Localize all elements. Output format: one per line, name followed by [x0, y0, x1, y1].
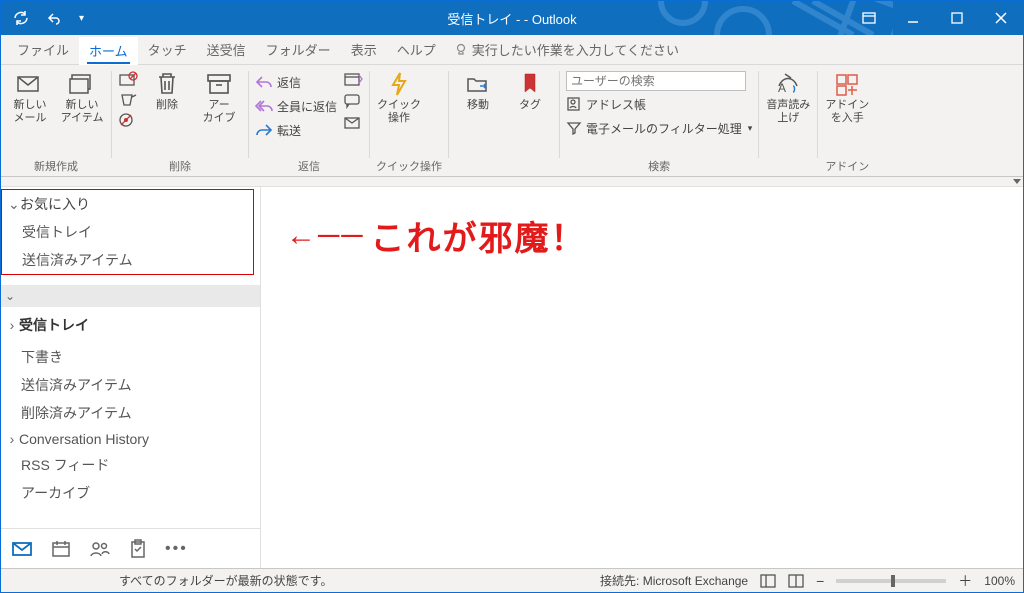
people-icon[interactable]: [89, 540, 111, 558]
folder-archive[interactable]: アーカイブ: [1, 479, 260, 507]
tab-sendreceive[interactable]: 送受信: [197, 35, 256, 64]
group-find-label: 検索: [566, 158, 752, 176]
filter-email-button[interactable]: 電子メールのフィルター処理▾: [566, 117, 752, 139]
tab-view[interactable]: 表示: [341, 35, 387, 64]
reply-button[interactable]: 返信: [255, 71, 337, 93]
group-delete-label: 削除: [118, 158, 242, 176]
read-aloud-button[interactable]: A 音声読み 上げ: [765, 69, 811, 125]
account-header[interactable]: ⌄: [1, 285, 260, 307]
folder-conversation-history[interactable]: ›Conversation History: [1, 427, 260, 451]
zoom-in-button[interactable]: ＋: [958, 571, 972, 591]
new-mail-button[interactable]: 新しい メール: [7, 69, 53, 125]
window-title: 受信トレイ - - Outlook: [447, 9, 576, 28]
calendar-icon[interactable]: [51, 540, 71, 558]
nav-more-icon[interactable]: •••: [165, 540, 188, 558]
view-reading-icon[interactable]: [788, 574, 804, 588]
folder-rss[interactable]: RSS フィード: [1, 451, 260, 479]
tab-file[interactable]: ファイル: [7, 35, 79, 64]
group-respond-label: 返信: [255, 158, 363, 176]
status-connection-text: 接続先: Microsoft Exchange: [600, 572, 748, 589]
chevron-down-icon: ⌄: [8, 196, 18, 213]
get-addins-button[interactable]: アドイン を入手: [824, 69, 870, 125]
qat-customize-icon[interactable]: ▾: [75, 1, 88, 35]
junk-icon[interactable]: [118, 111, 138, 129]
group-new-label: 新規作成: [7, 158, 105, 176]
minimize-button[interactable]: [891, 1, 935, 35]
ribbon-tabs: ファイル ホーム タッチ 送受信 フォルダー 表示 ヘルプ 実行したい作業を入力…: [1, 35, 1023, 65]
folder-drafts[interactable]: 下書き: [1, 343, 260, 371]
tab-help[interactable]: ヘルプ: [387, 35, 446, 64]
favorite-inbox[interactable]: 受信トレイ: [2, 218, 253, 246]
move-button[interactable]: 移動: [455, 69, 501, 112]
address-book-button[interactable]: アドレス帳: [566, 93, 752, 115]
tab-home[interactable]: ホーム: [79, 35, 138, 64]
view-normal-icon[interactable]: [760, 574, 776, 588]
forward-button[interactable]: 転送: [255, 119, 337, 141]
tab-touch[interactable]: タッチ: [138, 35, 197, 64]
folder-pane: ⌄お気に入り 受信トレイ 送信済みアイテム ⌄ ›受信トレイ 下書き 送信済みア…: [1, 187, 261, 568]
folder-inbox[interactable]: ›受信トレイ: [1, 307, 260, 343]
archive-button[interactable]: アー カイブ: [196, 69, 242, 125]
close-button[interactable]: [979, 1, 1023, 35]
sync-icon[interactable]: [9, 1, 33, 35]
people-search-input[interactable]: [566, 71, 746, 91]
quick-steps-button[interactable]: クイック 操作: [376, 69, 422, 125]
new-item-button[interactable]: 新しい アイテム: [59, 69, 105, 125]
tab-folder[interactable]: フォルダー: [256, 35, 341, 64]
folder-deleted[interactable]: 削除済みアイテム: [1, 399, 260, 427]
mail-icon[interactable]: [11, 540, 33, 558]
tag-button[interactable]: タグ: [507, 69, 553, 112]
more-respond-icon[interactable]: [343, 115, 363, 131]
undo-icon[interactable]: [43, 1, 65, 35]
cleanup-icon[interactable]: [118, 91, 138, 109]
favorites-section: ⌄お気に入り 受信トレイ 送信済みアイテム: [1, 189, 254, 275]
lightbulb-icon: [454, 43, 468, 57]
status-sync-text: すべてのフォルダーが最新の状態です。: [119, 572, 332, 589]
ignore-icon[interactable]: [118, 71, 138, 89]
folder-sent[interactable]: 送信済みアイテム: [1, 371, 260, 399]
favorites-header[interactable]: ⌄お気に入り: [2, 190, 253, 218]
group-quick-label: クイック操作: [376, 158, 442, 176]
tell-me-search[interactable]: 実行したい作業を入力してください: [454, 35, 679, 64]
title-bar: ▾ 受信トレイ - - Outlook: [1, 1, 1023, 35]
delete-button[interactable]: 削除: [144, 69, 190, 112]
tasks-icon[interactable]: [129, 539, 147, 559]
zoom-level[interactable]: 100%: [984, 574, 1015, 588]
chevron-right-icon: ›: [7, 431, 17, 447]
ribbon: 新しい メール 新しい アイテム 新規作成 削除: [1, 65, 1023, 177]
chevron-down-icon: ⌄: [5, 289, 15, 303]
meeting-icon[interactable]: [343, 71, 363, 87]
reply-all-button[interactable]: 全員に返信: [255, 95, 337, 117]
reading-pane: ←── これが邪魔！: [261, 187, 1023, 568]
status-bar: すべてのフォルダーが最新の状態です。 接続先: Microsoft Exchan…: [1, 568, 1023, 592]
ribbon-collapse-toggle[interactable]: [1, 177, 1023, 187]
chevron-right-icon: ›: [7, 317, 17, 333]
arrow-left-icon: ←──: [286, 219, 365, 253]
group-addin-label: アドイン: [824, 158, 870, 176]
maximize-button[interactable]: [935, 1, 979, 35]
zoom-slider[interactable]: [836, 579, 946, 583]
favorite-sent[interactable]: 送信済みアイテム: [2, 246, 253, 274]
annotation-overlay: ←── これが邪魔！: [286, 211, 587, 260]
im-icon[interactable]: [343, 93, 363, 109]
svg-text:A: A: [778, 81, 786, 95]
navigation-bar: •••: [1, 528, 260, 568]
zoom-out-button[interactable]: −: [816, 573, 824, 589]
